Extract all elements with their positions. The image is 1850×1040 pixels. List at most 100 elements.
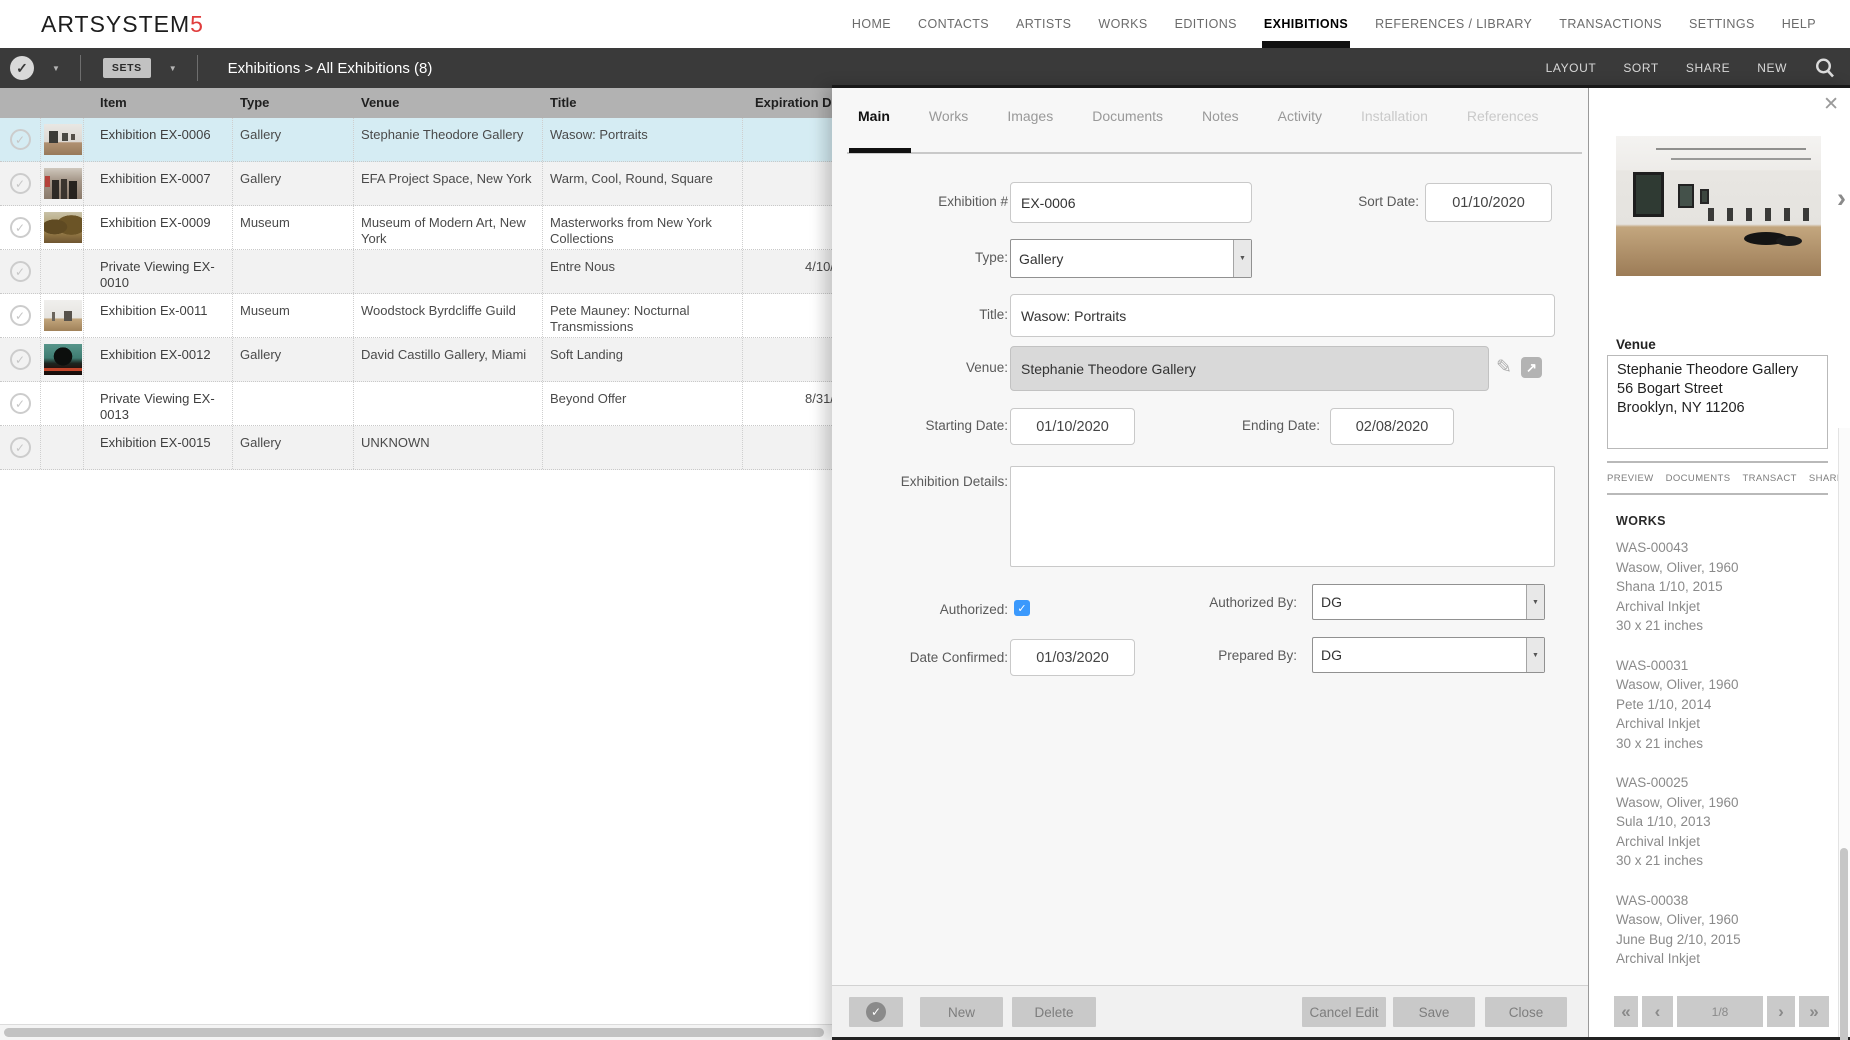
row-thumbnail[interactable] — [44, 124, 82, 155]
nav-references-library[interactable]: REFERENCES / LIBRARY — [1375, 0, 1532, 48]
prepared-by-select[interactable]: DG ▼ — [1312, 637, 1545, 673]
row-check-cell[interactable]: ✓ — [0, 382, 41, 425]
new-record-button[interactable]: New — [920, 997, 1003, 1027]
row-title — [543, 426, 743, 469]
tab-images[interactable]: Images — [1007, 108, 1053, 124]
row-type: Gallery — [233, 426, 354, 469]
nav-home[interactable]: HOME — [852, 0, 891, 48]
sidebar-scrollbar-thumb[interactable] — [1840, 848, 1848, 1040]
app-logo[interactable]: ARTSYSTEM5 — [41, 11, 204, 38]
venue-input[interactable] — [1010, 346, 1489, 391]
horizontal-scrollbar-thumb[interactable] — [4, 1028, 824, 1037]
close-icon[interactable]: ✕ — [1823, 93, 1839, 116]
row-thumbnail[interactable] — [44, 344, 82, 375]
transact-tab[interactable]: TRANSACT — [1742, 473, 1796, 484]
nav-editions[interactable]: EDITIONS — [1175, 0, 1237, 48]
row-item: Exhibition EX-0006 — [84, 118, 233, 161]
share-button[interactable]: SHARE — [1686, 61, 1730, 75]
nav-contacts[interactable]: CONTACTS — [918, 0, 989, 48]
sets-dropdown-caret-icon[interactable]: ▼ — [169, 64, 177, 73]
previous-page-button[interactable]: ‹ — [1642, 996, 1673, 1027]
save-button[interactable]: Save — [1393, 997, 1475, 1027]
header-item[interactable]: Item — [84, 88, 233, 118]
row-item: Exhibition EX-0015 — [84, 426, 233, 469]
cancel-edit-button[interactable]: Cancel Edit — [1302, 997, 1386, 1027]
edit-venue-pencil-icon[interactable]: ✎ — [1496, 356, 1512, 379]
preview-tab[interactable]: PREVIEW — [1607, 473, 1654, 484]
row-check-cell[interactable]: ✓ — [0, 162, 41, 205]
documents-tab[interactable]: DOCUMENTS — [1666, 473, 1731, 484]
row-check-icon[interactable]: ✓ — [9, 261, 31, 282]
ending-date-input[interactable] — [1330, 408, 1454, 445]
row-item: Exhibition Ex-0011 — [84, 294, 233, 337]
row-check-icon[interactable]: ✓ — [9, 393, 31, 414]
nav-help[interactable]: HELP — [1782, 0, 1816, 48]
venue-address-line2: Brooklyn, NY 11206 — [1617, 400, 1745, 417]
sidebar-scrollbar-track[interactable] — [1838, 428, 1850, 1040]
row-check-icon[interactable]: ✓ — [9, 217, 31, 238]
nav-artists[interactable]: ARTISTS — [1016, 0, 1071, 48]
nav-settings[interactable]: SETTINGS — [1689, 0, 1755, 48]
row-check-icon[interactable]: ✓ — [9, 129, 31, 150]
starting-date-input[interactable] — [1010, 408, 1135, 445]
delete-button[interactable]: Delete — [1012, 997, 1096, 1027]
nav-exhibitions-label: EXHIBITIONS — [1263, 17, 1349, 31]
row-title: Pete Mauney: Nocturnal Transmissions — [543, 294, 743, 337]
row-thumbnail[interactable] — [44, 212, 82, 243]
authorized-checkbox[interactable]: ✓ — [1014, 600, 1030, 616]
row-check-cell[interactable]: ✓ — [0, 294, 41, 337]
first-page-button[interactable]: « — [1614, 996, 1638, 1027]
header-type[interactable]: Type — [233, 88, 354, 118]
tab-main[interactable]: Main — [858, 108, 890, 124]
row-check-cell[interactable]: ✓ — [0, 250, 41, 293]
caret-down-icon[interactable]: ▼ — [1526, 585, 1544, 619]
confirm-check-button[interactable]: ✓ — [849, 997, 903, 1027]
header-venue[interactable]: Venue — [354, 88, 543, 118]
tab-notes[interactable]: Notes — [1202, 108, 1239, 124]
work-edition: Pete 1/10, 2014 — [1616, 696, 1712, 712]
sets-button[interactable]: SETS — [102, 58, 151, 78]
authorized-by-select[interactable]: DG ▼ — [1312, 584, 1545, 620]
title-input[interactable] — [1010, 294, 1555, 337]
select-dropdown-caret-icon[interactable]: ▼ — [52, 64, 60, 73]
row-check-cell[interactable]: ✓ — [0, 426, 41, 469]
exhibition-details-textarea[interactable] — [1010, 466, 1555, 567]
close-button[interactable]: Close — [1485, 997, 1567, 1027]
caret-down-icon[interactable]: ▼ — [1526, 638, 1544, 672]
layout-button[interactable]: LAYOUT — [1546, 61, 1597, 75]
exhibition-number-input[interactable] — [1010, 182, 1252, 223]
sort-button[interactable]: SORT — [1623, 61, 1659, 75]
tab-documents[interactable]: Documents — [1092, 108, 1163, 124]
work-list-item[interactable]: WAS-00038 Wasow, Oliver, 1960 June Bug 2… — [1616, 891, 1806, 969]
tab-works[interactable]: Works — [929, 108, 968, 124]
tab-activity[interactable]: Activity — [1278, 108, 1322, 124]
nav-exhibitions[interactable]: EXHIBITIONS — [1261, 0, 1351, 48]
nav-works[interactable]: WORKS — [1098, 0, 1147, 48]
sort-date-input[interactable] — [1425, 183, 1552, 222]
row-check-icon[interactable]: ✓ — [9, 173, 31, 194]
row-thumbnail[interactable] — [44, 300, 82, 331]
date-confirmed-input[interactable] — [1010, 639, 1135, 676]
nav-transactions[interactable]: TRANSACTIONS — [1559, 0, 1662, 48]
work-list-item[interactable]: WAS-00031 Wasow, Oliver, 1960 Pete 1/10,… — [1616, 656, 1806, 754]
row-check-icon[interactable]: ✓ — [9, 437, 31, 458]
work-list-item[interactable]: WAS-00025 Wasow, Oliver, 1960 Sula 1/10,… — [1616, 773, 1806, 871]
last-page-button[interactable]: » — [1799, 996, 1829, 1027]
header-title[interactable]: Title — [543, 88, 743, 118]
select-all-button[interactable]: ✓ — [10, 56, 34, 80]
row-check-icon[interactable]: ✓ — [9, 349, 31, 370]
next-image-chevron-icon[interactable]: › — [1837, 183, 1846, 214]
row-check-icon[interactable]: ✓ — [9, 305, 31, 326]
row-check-cell[interactable]: ✓ — [0, 118, 41, 161]
type-select[interactable]: Gallery ▼ — [1010, 239, 1252, 278]
next-page-button[interactable]: › — [1767, 996, 1795, 1027]
row-thumbnail[interactable] — [44, 168, 82, 199]
exhibition-photo[interactable] — [1616, 136, 1821, 276]
work-list-item[interactable]: WAS-00043 Wasow, Oliver, 1960 Shana 1/10… — [1616, 538, 1806, 636]
row-check-cell[interactable]: ✓ — [0, 338, 41, 381]
open-venue-record-icon[interactable]: ↗ — [1521, 357, 1542, 378]
row-check-cell[interactable]: ✓ — [0, 206, 41, 249]
caret-down-icon[interactable]: ▼ — [1233, 240, 1251, 277]
search-icon[interactable] — [1814, 57, 1836, 79]
new-button[interactable]: NEW — [1757, 61, 1787, 75]
